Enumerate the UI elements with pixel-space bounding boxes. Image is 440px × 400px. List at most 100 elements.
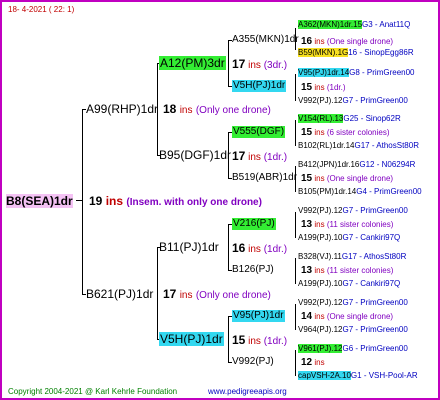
gen2-count: 16 (232, 241, 246, 255)
gen4-entry: V964(PJ).12G7 - PrimGreen00 (298, 325, 408, 335)
gen3-count: 14 (301, 311, 313, 322)
gen2-queen-code: B95(DGF)1dr (159, 148, 232, 162)
date-stamp: 18- 4-2021 ( 22: 1) (8, 5, 75, 14)
gen2-insem-info: 15 ins (1dr.) (232, 334, 287, 348)
gen3-count: 15 (301, 82, 313, 93)
gen1-insem-info: 18 ins (Only one drone) (163, 102, 271, 118)
gen4-queen-code: B105(PM)1dr.14 (298, 187, 357, 196)
gen2-ins: ins (248, 336, 261, 347)
gen2-ins: ins (248, 152, 261, 163)
gen4-entry: V992(PJ).12G7 - PrimGreen00 (298, 96, 408, 106)
gen1-note: (Only one drone) (195, 105, 271, 116)
gen3-note: (One single drone) (326, 312, 394, 321)
gen4-queen-code: A362(MKN)1dr.15 (298, 20, 363, 29)
gen4-queen-code: V961(PJ).12 (298, 344, 343, 353)
gen4-entry: B59(MKN).1G16 - SinopEgg86R (298, 48, 414, 58)
connector (76, 200, 82, 201)
gen4-lineage: G4 - PrimGreen00 (356, 187, 422, 196)
gen4-entry: A362(MKN)1dr.15G3 - Anat11Q (298, 20, 410, 30)
gen2-note: (1dr.) (263, 244, 288, 255)
gen3-count: 15 (301, 173, 313, 184)
gen3-ins: ins (314, 128, 325, 137)
gen4-lineage: G8 - PrimGreen00 (349, 68, 415, 77)
gen4-entry: A199(PJ).10G7 - Cankiri97Q (298, 279, 400, 289)
root-ins: ins (105, 194, 124, 208)
connector (295, 350, 296, 376)
gen3-insem-info: 13 ins (11 sister colonies) (301, 220, 393, 230)
gen1-note: (Only one drone) (195, 290, 271, 301)
gen3-ins: ins (314, 37, 325, 46)
gen3-note: (One single drone) (326, 174, 394, 183)
gen4-entry: V154(RL).13G25 - Sinop62R (298, 114, 401, 124)
gen2-note: (1dr.) (263, 336, 288, 347)
gen4-queen-code: B328(VJ).11 (298, 252, 342, 261)
gen4-queen-code: V154(RL).13 (298, 114, 344, 123)
gen3-count: 16 (301, 36, 313, 47)
connector (82, 109, 83, 294)
root-queen-code: B8(SEA)1dr (6, 194, 73, 208)
gen4-entry: B102(RL)1dr.14G17 - AthosSt80R (298, 141, 419, 151)
gen2-queen-code: B11(PJ)1dr (159, 240, 219, 254)
gen4-entry: V961(PJ).12G6 - PrimGreen00 (298, 344, 408, 354)
gen3-insem-info: 13 ins (11 sister colonies) (301, 266, 393, 276)
gen1-insem-info: 17 ins (Only one drone) (163, 287, 271, 303)
gen4-entry: V992(PJ).12G7 - PrimGreen00 (298, 206, 408, 216)
gen3-insem-info: 15 ins (1dr.) (301, 83, 346, 93)
gen4-queen-code: V95(PJ)1dr.14 (298, 68, 350, 77)
gen3-note: (6 sister colonies) (326, 128, 390, 137)
site-link[interactable]: www.pedigreeapis.org (208, 387, 287, 397)
gen3-insem-info: 12 ins (301, 358, 325, 368)
gen4-lineage: G7 - Cankiri97Q (342, 279, 401, 288)
gen3-count: 12 (301, 357, 313, 368)
gen3-note: (11 sister colonies) (326, 220, 394, 229)
gen3-queen-code: V95(PJ)1dr (232, 310, 285, 322)
gen4-lineage: G7 - PrimGreen00 (342, 298, 408, 307)
gen2-count: 17 (232, 149, 246, 163)
gen2-note: (1dr.) (263, 152, 288, 163)
gen4-lineage: G12 - N06294R (359, 160, 416, 169)
gen3-ins: ins (314, 266, 325, 275)
gen3-count: 13 (301, 219, 313, 230)
gen3-insem-info: 16 ins (One single drone) (301, 37, 393, 47)
gen3-note: (One single drone) (326, 37, 394, 46)
gen2-insem-info: 17 ins (1dr.) (232, 150, 287, 164)
gen4-entry: V992(PJ).12G7 - PrimGreen00 (298, 298, 408, 308)
copyright-text: Copyright 2004-2021 @ Karl Kehrle Founda… (8, 387, 178, 396)
gen2-insem-info: 17 ins (3dr.) (232, 58, 287, 72)
gen3-count: 15 (301, 127, 313, 138)
gen3-insem-info: 14 ins (One single drone) (301, 312, 393, 322)
gen4-queen-code: V992(PJ).12 (298, 206, 343, 215)
connector (295, 212, 296, 238)
connector (157, 247, 158, 339)
gen3-ins: ins (314, 312, 325, 321)
gen4-lineage: G7 - PrimGreen00 (342, 206, 408, 215)
gen4-queen-code: capVSH-2A.10 (298, 371, 351, 380)
gen4-lineage: G17 - AthosSt80R (354, 141, 419, 150)
gen4-queen-code: V992(PJ).12 (298, 298, 343, 307)
root-note: (Insem. with only one drone) (126, 197, 262, 208)
connector (295, 304, 296, 330)
gen2-count: 15 (232, 333, 246, 347)
gen1-count: 18 (163, 102, 177, 116)
connector (295, 74, 296, 101)
gen1-ins: ins (179, 290, 193, 301)
pedigree-frame: { "header": {"date": "18- 4-2021 ( 22: 1… (0, 0, 440, 400)
gen3-queen-code: V216(PJ) (232, 218, 276, 230)
gen4-lineage: G25 - Sinop62R (343, 114, 401, 123)
gen3-insem-info: 15 ins (One single drone) (301, 174, 393, 184)
gen1-ins: ins (179, 105, 193, 116)
gen4-lineage: G1 - VSH-Pool-AR (350, 371, 418, 380)
gen3-ins: ins (314, 174, 325, 183)
gen4-entry: B412(JPN)1dr.16G12 - N06294R (298, 160, 415, 170)
gen2-queen-code: V5H(PJ)1dr (159, 332, 224, 346)
gen4-entry: B328(VJ).11G17 - AthosSt80R (298, 252, 406, 262)
gen2-ins: ins (248, 244, 261, 255)
gen3-insem-info: 15 ins (6 sister colonies) (301, 128, 390, 138)
root-insem-info: 19 ins (Insem. with only one drone) (89, 194, 262, 210)
gen1-queen-code: B621(PJ)1dr (86, 287, 154, 301)
gen3-queen-code: A355(MKN)1dr (232, 34, 299, 45)
gen1-queen-code: A99(RHP)1dr (86, 102, 159, 116)
gen4-lineage: G6 - PrimGreen00 (342, 344, 408, 353)
gen2-note: (3dr.) (263, 60, 288, 71)
gen4-entry: V95(PJ)1dr.14G8 - PrimGreen00 (298, 68, 415, 78)
